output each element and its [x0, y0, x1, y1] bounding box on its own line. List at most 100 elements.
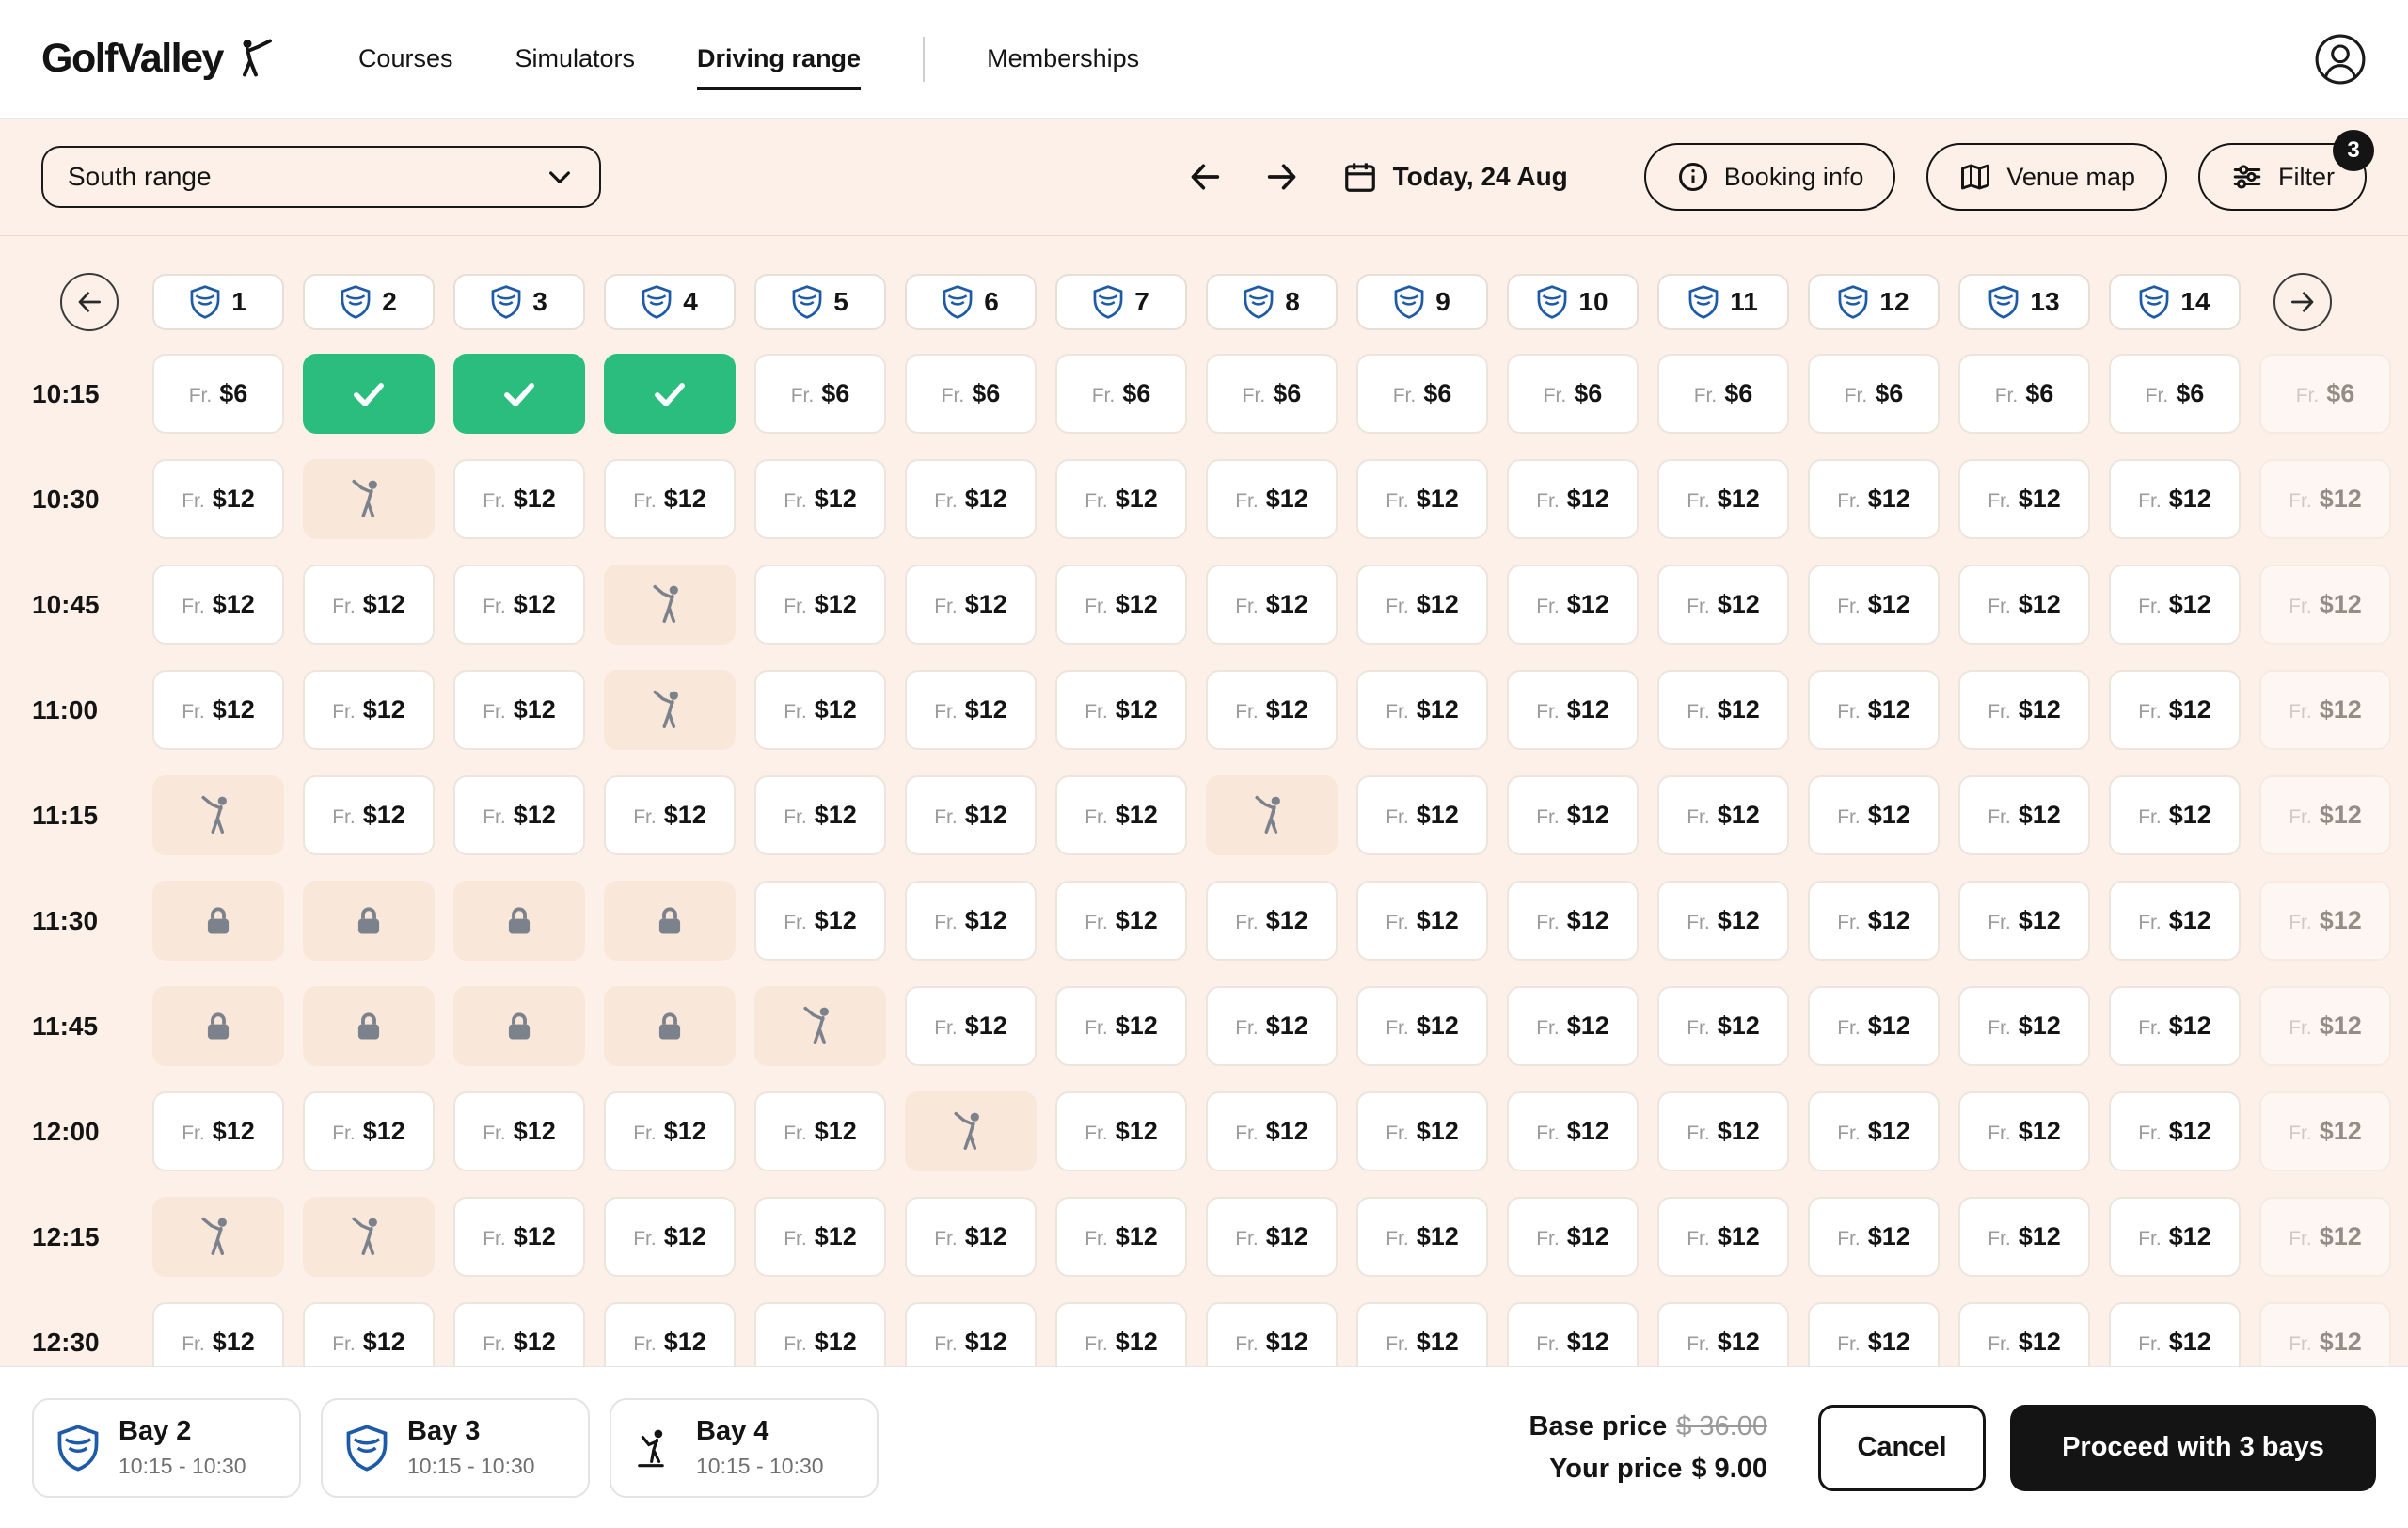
bay-header-chip[interactable]: 2 — [303, 274, 435, 330]
slot-cell-available[interactable]: Fr. $12 — [2109, 565, 2241, 645]
slot-cell-available[interactable]: Fr. $12 — [1808, 775, 1940, 855]
bay-header-chip[interactable]: 1 — [152, 274, 284, 330]
slot-cell-available[interactable]: Fr. $12 — [1958, 459, 2090, 539]
bay-header-chip[interactable]: 5 — [754, 274, 886, 330]
cancel-button[interactable]: Cancel — [1818, 1405, 1986, 1491]
slot-cell-available[interactable]: Fr. $12 — [1808, 881, 1940, 961]
slot-cell-available[interactable]: Fr. $12 — [604, 459, 736, 539]
slot-cell-available[interactable]: Fr. $12 — [905, 775, 1037, 855]
previous-day-arrow-icon[interactable] — [1186, 158, 1224, 196]
slot-cell-available[interactable]: Fr. $12 — [1657, 1197, 1789, 1277]
slot-cell-available[interactable]: Fr. $12 — [754, 459, 886, 539]
slot-cell-available[interactable]: Fr. $12 — [2109, 1302, 2241, 1366]
slot-cell-available[interactable]: Fr. $12 — [1356, 565, 1488, 645]
slot-cell-available[interactable]: Fr. $12 — [1958, 1302, 2090, 1366]
slot-cell-available[interactable]: Fr. $12 — [1808, 459, 1940, 539]
slot-cell-available[interactable]: Fr. $12 — [754, 1302, 886, 1366]
slot-cell-available[interactable]: Fr. $12 — [1055, 565, 1187, 645]
slot-cell-available[interactable]: Fr. $6 — [1657, 354, 1789, 434]
bay-header-chip[interactable]: 10 — [1507, 274, 1639, 330]
slot-cell-available[interactable]: Fr. $12 — [453, 459, 585, 539]
range-select[interactable]: South range — [41, 146, 601, 208]
slot-cell-available[interactable]: Fr. $12 — [453, 565, 585, 645]
slot-cell-available[interactable]: Fr. $12 — [1507, 1197, 1639, 1277]
slot-cell-selected[interactable] — [604, 354, 736, 434]
slot-cell-available[interactable]: Fr. $6 — [1206, 354, 1338, 434]
slot-cell-available[interactable]: Fr. $12 — [1356, 986, 1488, 1066]
slot-cell-available[interactable]: Fr. $6 — [2109, 354, 2241, 434]
slot-cell-available[interactable]: Fr. $12 — [1507, 986, 1639, 1066]
selected-bay-chip[interactable]: Bay 2 10:15 - 10:30 — [32, 1398, 301, 1498]
slot-cell-available[interactable]: Fr. $12 — [2109, 881, 2241, 961]
bay-header-chip[interactable]: 14 — [2109, 274, 2241, 330]
venue-map-button[interactable]: Venue map — [1926, 143, 2167, 211]
slot-cell-available[interactable]: Fr. $12 — [303, 1302, 435, 1366]
slot-cell-available[interactable]: Fr. $12 — [152, 565, 284, 645]
slot-cell-available[interactable]: Fr. $12 — [2109, 775, 2241, 855]
slot-cell-available[interactable]: Fr. $12 — [1206, 1302, 1338, 1366]
slot-cell-available[interactable]: Fr. $12 — [1356, 775, 1488, 855]
slot-cell-available[interactable]: Fr. $12 — [754, 670, 886, 750]
bay-header-chip[interactable]: 7 — [1055, 274, 1187, 330]
slot-cell-available[interactable]: Fr. $12 — [303, 670, 435, 750]
slot-cell-available[interactable]: Fr. $12 — [1958, 1091, 2090, 1171]
selected-bay-chip[interactable]: Bay 4 10:15 - 10:30 — [610, 1398, 879, 1498]
slot-cell-available[interactable]: Fr. $6 — [754, 354, 886, 434]
slot-cell-available[interactable]: Fr. $12 — [1206, 565, 1338, 645]
slot-cell-available[interactable]: Fr. $12 — [1206, 986, 1338, 1066]
scroll-bays-left-button[interactable] — [60, 273, 119, 331]
filter-button[interactable]: Filter 3 — [2198, 143, 2367, 211]
slot-cell-available[interactable]: Fr. $12 — [1657, 459, 1789, 539]
slot-cell-available[interactable]: Fr. $12 — [905, 881, 1037, 961]
selected-bay-chip[interactable]: Bay 3 10:15 - 10:30 — [321, 1398, 590, 1498]
slot-cell-available[interactable]: Fr. $12 — [1055, 1302, 1187, 1366]
slot-cell-available[interactable]: Fr. $12 — [453, 670, 585, 750]
slot-cell-available[interactable]: Fr. $12 — [1356, 1091, 1488, 1171]
slot-cell-available[interactable]: Fr. $12 — [1206, 1091, 1338, 1171]
bay-header-chip[interactable]: 12 — [1808, 274, 1940, 330]
slot-cell-available[interactable]: Fr. $12 — [1657, 986, 1789, 1066]
bay-header-chip[interactable]: 3 — [453, 274, 585, 330]
slot-cell-available[interactable]: Fr. $12 — [1055, 775, 1187, 855]
slot-cell-available[interactable]: Fr. $12 — [152, 1302, 284, 1366]
slot-cell-available[interactable]: Fr. $12 — [303, 775, 435, 855]
slot-cell-available[interactable]: Fr. $6 — [905, 354, 1037, 434]
bay-header-chip[interactable]: 13 — [1958, 274, 2090, 330]
slot-cell-available[interactable]: Fr. $12 — [1507, 1091, 1639, 1171]
nav-item-memberships[interactable]: Memberships — [987, 44, 1139, 73]
slot-cell-available[interactable]: Fr. $12 — [1958, 565, 2090, 645]
slot-cell-available[interactable]: Fr. $12 — [2109, 986, 2241, 1066]
slot-cell-available[interactable]: Fr. $12 — [754, 1091, 886, 1171]
slot-cell-available[interactable]: Fr. $6 — [1958, 354, 2090, 434]
slot-cell-available[interactable]: Fr. $12 — [1507, 881, 1639, 961]
slot-cell-available[interactable]: Fr. $12 — [1958, 1197, 2090, 1277]
slot-cell-available[interactable]: Fr. $12 — [905, 670, 1037, 750]
slot-cell-available[interactable]: Fr. $12 — [1206, 459, 1338, 539]
slot-cell-available[interactable]: Fr. $12 — [604, 1302, 736, 1366]
slot-cell-available[interactable]: Fr. $12 — [1657, 1302, 1789, 1366]
slot-cell-available[interactable]: Fr. $12 — [905, 986, 1037, 1066]
scroll-bays-right-button[interactable] — [2273, 273, 2332, 331]
slot-cell-available[interactable]: Fr. $12 — [1808, 670, 1940, 750]
date-picker[interactable]: Today, 24 Aug — [1342, 159, 1568, 195]
slot-cell-selected[interactable] — [303, 354, 435, 434]
bay-header-chip[interactable]: 6 — [905, 274, 1037, 330]
slot-cell-available[interactable]: Fr. $12 — [1507, 670, 1639, 750]
booking-info-button[interactable]: Booking info — [1644, 143, 1896, 211]
slot-cell-available[interactable]: Fr. $12 — [1356, 670, 1488, 750]
slot-cell-available[interactable]: Fr. $12 — [1808, 986, 1940, 1066]
bay-header-chip[interactable]: 9 — [1356, 274, 1488, 330]
proceed-button[interactable]: Proceed with 3 bays — [2010, 1405, 2376, 1491]
slot-cell-available[interactable]: Fr. $12 — [754, 881, 886, 961]
slot-cell-available[interactable]: Fr. $12 — [453, 1197, 585, 1277]
slot-cell-available[interactable]: Fr. $12 — [2109, 1091, 2241, 1171]
slot-cell-available[interactable]: Fr. $6 — [1808, 354, 1940, 434]
slot-cell-available[interactable]: Fr. $12 — [152, 670, 284, 750]
slot-cell-available[interactable]: Fr. $12 — [1507, 459, 1639, 539]
slot-cell-available[interactable]: Fr. $12 — [1507, 775, 1639, 855]
slot-cell-available[interactable]: Fr. $12 — [754, 565, 886, 645]
slot-cell-available[interactable]: Fr. $12 — [1356, 881, 1488, 961]
slot-cell-available[interactable]: Fr. $12 — [1206, 1197, 1338, 1277]
slot-cell-available[interactable]: Fr. $12 — [453, 775, 585, 855]
bay-header-chip[interactable]: 8 — [1206, 274, 1338, 330]
